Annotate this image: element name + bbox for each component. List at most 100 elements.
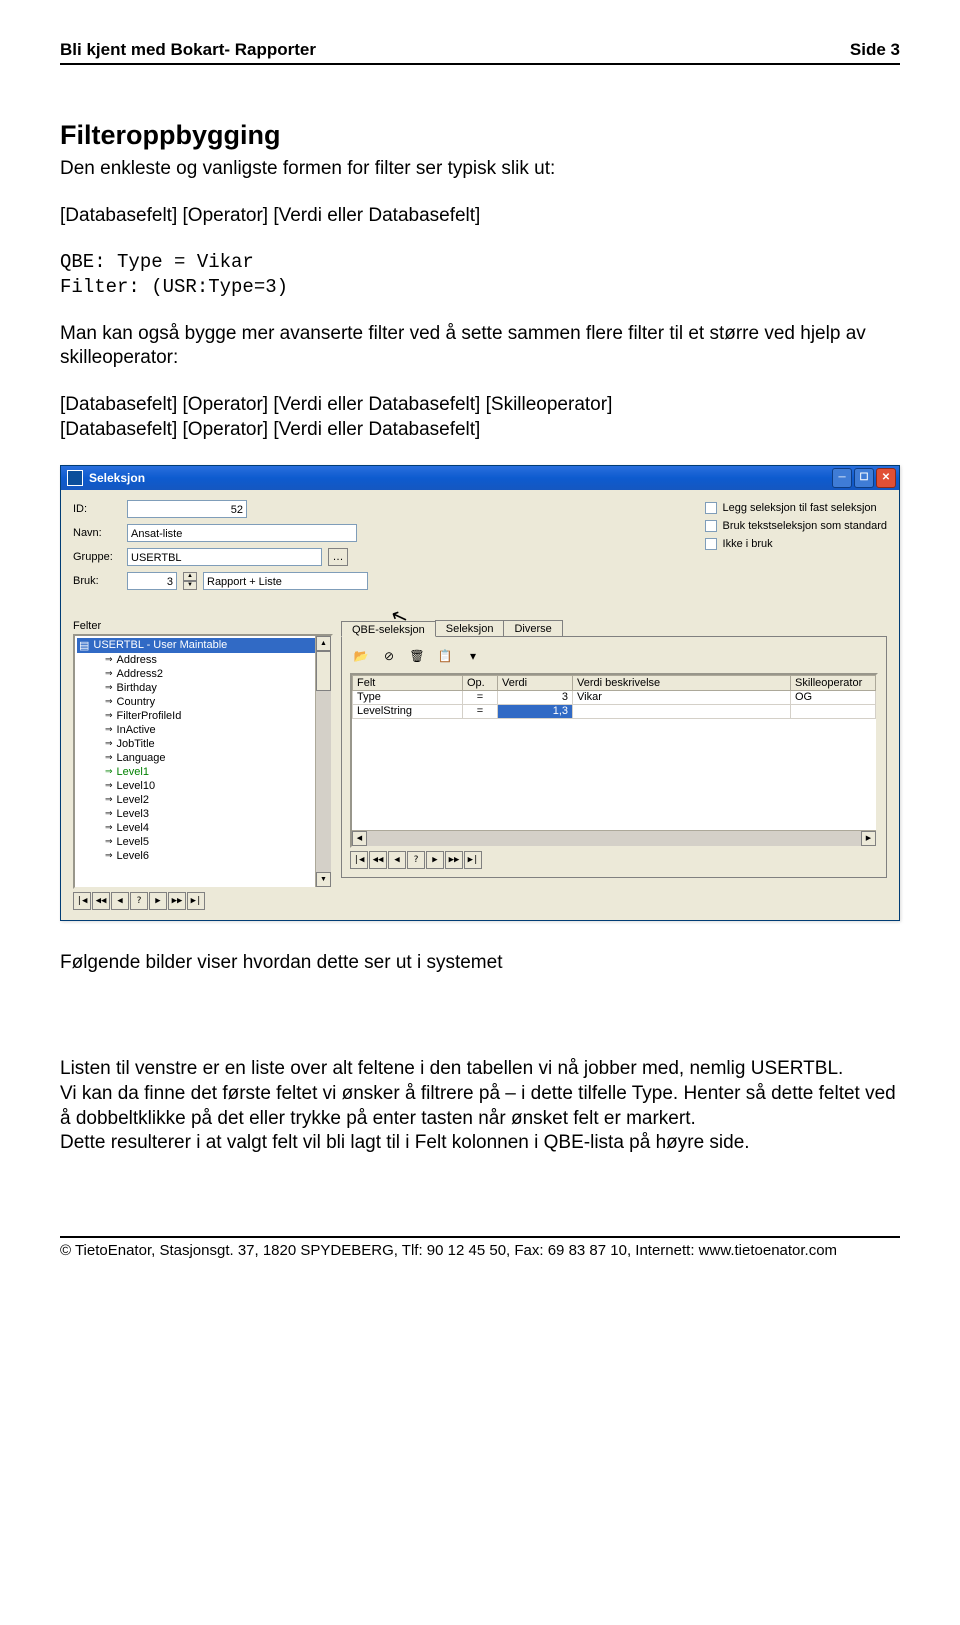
col-felt[interactable]: Felt [353,675,463,690]
grid-row[interactable]: LevelString = 1,3 [353,704,876,718]
nav-next-button[interactable]: ▶ [149,892,167,910]
nav-next-button[interactable]: ▶ [426,851,444,869]
nav-prev-button[interactable]: ◀ [388,851,406,869]
tree-root-usertbl[interactable]: ▤ USERTBL - User Maintable [77,638,329,653]
tree-item[interactable]: ⇒Level4 [77,821,329,835]
navn-label: Navn: [73,527,121,539]
bruk-label: Bruk: [73,575,121,587]
col-besk[interactable]: Verdi beskrivelse [573,675,791,690]
nav-query-button[interactable]: ? [407,851,425,869]
tree-item[interactable]: ⇒Level5 [77,835,329,849]
tree-item[interactable]: ⇒Language [77,751,329,765]
page-footer: © TietoEnator, Stasjonsgt. 37, 1820 SPYD… [60,1236,900,1259]
nav-prev-page-button[interactable]: ◀◀ [92,892,110,910]
title-bar: Seleksjon ─ ☐ ✕ [61,466,899,490]
id-label: ID: [73,503,121,515]
tree-item[interactable]: ⇒Level1 [77,765,329,779]
tree-item[interactable]: ⇒Level6 [77,849,329,863]
col-op[interactable]: Op. [463,675,498,690]
list-paragraph: Listen til venstre er en liste over alt … [60,1057,900,1082]
filter-icon[interactable]: ▾ [462,645,484,667]
app-icon [67,470,83,486]
window-title: Seleksjon [89,471,830,485]
intro-text: Den enkleste og vanligste formen for fil… [60,157,900,182]
gruppe-input[interactable]: USERTBL [127,548,322,566]
selected-cell[interactable]: 1,3 [498,704,573,718]
copy-icon[interactable]: 📋 [434,645,456,667]
check-tekstseleksjon[interactable] [705,520,717,532]
body-final-1: Vi kan da finne det første feltet vi øns… [60,1082,900,1131]
grid-h-scrollbar[interactable]: ◀ ▶ [352,830,876,846]
section-title: Filteroppbygging [60,120,900,151]
cancel-icon[interactable]: ⊘ [378,645,400,667]
scroll-thumb[interactable] [316,651,331,691]
page-header: Bli kjent med Bokart- Rapporter Side 3 [60,40,900,65]
filter-line: Filter: (USR:Type=3) [60,275,900,300]
tree-root-label: USERTBL - User Maintable [93,639,227,651]
tree-item[interactable]: ⇒Birthday [77,681,329,695]
nav-query-button[interactable]: ? [130,892,148,910]
nav-prev-button[interactable]: ◀ [111,892,129,910]
syntax-line-2b: [Databasefelt] [Operator] [Verdi eller D… [60,418,900,443]
col-skille[interactable]: Skilleoperator [791,675,876,690]
tree-item[interactable]: ⇒Country [77,695,329,709]
grid-row[interactable]: Type = 3 Vikar OG [353,690,876,704]
minimize-button[interactable]: ─ [832,468,852,488]
tree-item[interactable]: ⇒Level3 [77,807,329,821]
nav-first-button[interactable]: |◀ [350,851,368,869]
nav-next-page-button[interactable]: ▶▶ [445,851,463,869]
check-fast-seleksjon[interactable] [705,502,717,514]
gruppe-label: Gruppe: [73,551,121,563]
seleksjon-window: Seleksjon ─ ☐ ✕ ↖ ID: 52 Navn: Ansat-lis… [60,465,900,921]
col-verdi[interactable]: Verdi [498,675,573,690]
nav-next-page-button[interactable]: ▶▶ [168,892,186,910]
tab-seleksjon[interactable]: Seleksjon [435,620,505,636]
table-icon: ▤ [79,639,89,652]
tree-scrollbar[interactable]: ▲ ▼ [315,636,331,887]
check-label-3: Ikke i bruk [723,538,773,550]
nav-last-button[interactable]: ▶| [187,892,205,910]
qbe-line: QBE: Type = Vikar [60,250,900,275]
qbe-grid[interactable]: Felt Op. Verdi Verdi beskrivelse Skilleo… [350,673,878,848]
delete-icon[interactable]: 🗑 [406,645,428,667]
tab-diverse[interactable]: Diverse [503,620,562,636]
grid-nav-bar: |◀ ◀◀ ◀ ? ▶ ▶▶ ▶| [350,851,482,869]
nav-first-button[interactable]: |◀ [73,892,91,910]
syntax-line-1: [Databasefelt] [Operator] [Verdi eller D… [60,204,900,229]
nav-prev-page-button[interactable]: ◀◀ [369,851,387,869]
tree-item[interactable]: ⇒Address [77,653,329,667]
tree-item[interactable]: ⇒InActive [77,723,329,737]
tree-nav-bar: |◀ ◀◀ ◀ ? ▶ ▶▶ ▶| [73,892,333,910]
bruk-spinner[interactable]: ▲▼ [183,572,197,590]
para-advanced: Man kan også bygge mer avanserte filter … [60,322,900,371]
scroll-right-button[interactable]: ▶ [861,831,876,846]
close-button[interactable]: ✕ [876,468,896,488]
felter-label: Felter [73,620,333,632]
id-input[interactable]: 52 [127,500,247,518]
check-ikke-i-bruk[interactable] [705,538,717,550]
open-icon[interactable]: 📂 [350,645,372,667]
after-image-text: Følgende bilder viser hvordan dette ser … [60,951,900,976]
tree-item[interactable]: ⇒Level2 [77,793,329,807]
maximize-button[interactable]: ☐ [854,468,874,488]
navn-input[interactable]: Ansat-liste [127,524,357,542]
tree-item[interactable]: ⇒JobTitle [77,737,329,751]
fields-tree[interactable]: ▤ USERTBL - User Maintable ⇒Address ⇒Add… [73,634,333,889]
syntax-line-2a: [Databasefelt] [Operator] [Verdi eller D… [60,393,900,418]
scroll-left-button[interactable]: ◀ [352,831,367,846]
scroll-down-button[interactable]: ▼ [316,872,331,887]
tree-item[interactable]: ⇒Address2 [77,667,329,681]
scroll-up-button[interactable]: ▲ [316,636,331,651]
tab-strip: QBE-seleksjon Seleksjon Diverse [341,620,887,636]
gruppe-browse-button[interactable]: … [328,548,348,566]
header-left: Bli kjent med Bokart- Rapporter [60,40,316,60]
bruk-number-input[interactable]: 3 [127,572,177,590]
tab-qbe-seleksjon[interactable]: QBE-seleksjon [341,621,436,637]
bruk-text-input[interactable]: Rapport + Liste [203,572,368,590]
nav-last-button[interactable]: ▶| [464,851,482,869]
check-label-2: Bruk tekstseleksjon som standard [723,520,887,532]
qbe-toolbar: 📂 ⊘ 🗑 📋 ▾ [350,645,878,667]
tree-item[interactable]: ⇒Level10 [77,779,329,793]
header-right: Side 3 [850,40,900,60]
tree-item[interactable]: ⇒FilterProfileId [77,709,329,723]
